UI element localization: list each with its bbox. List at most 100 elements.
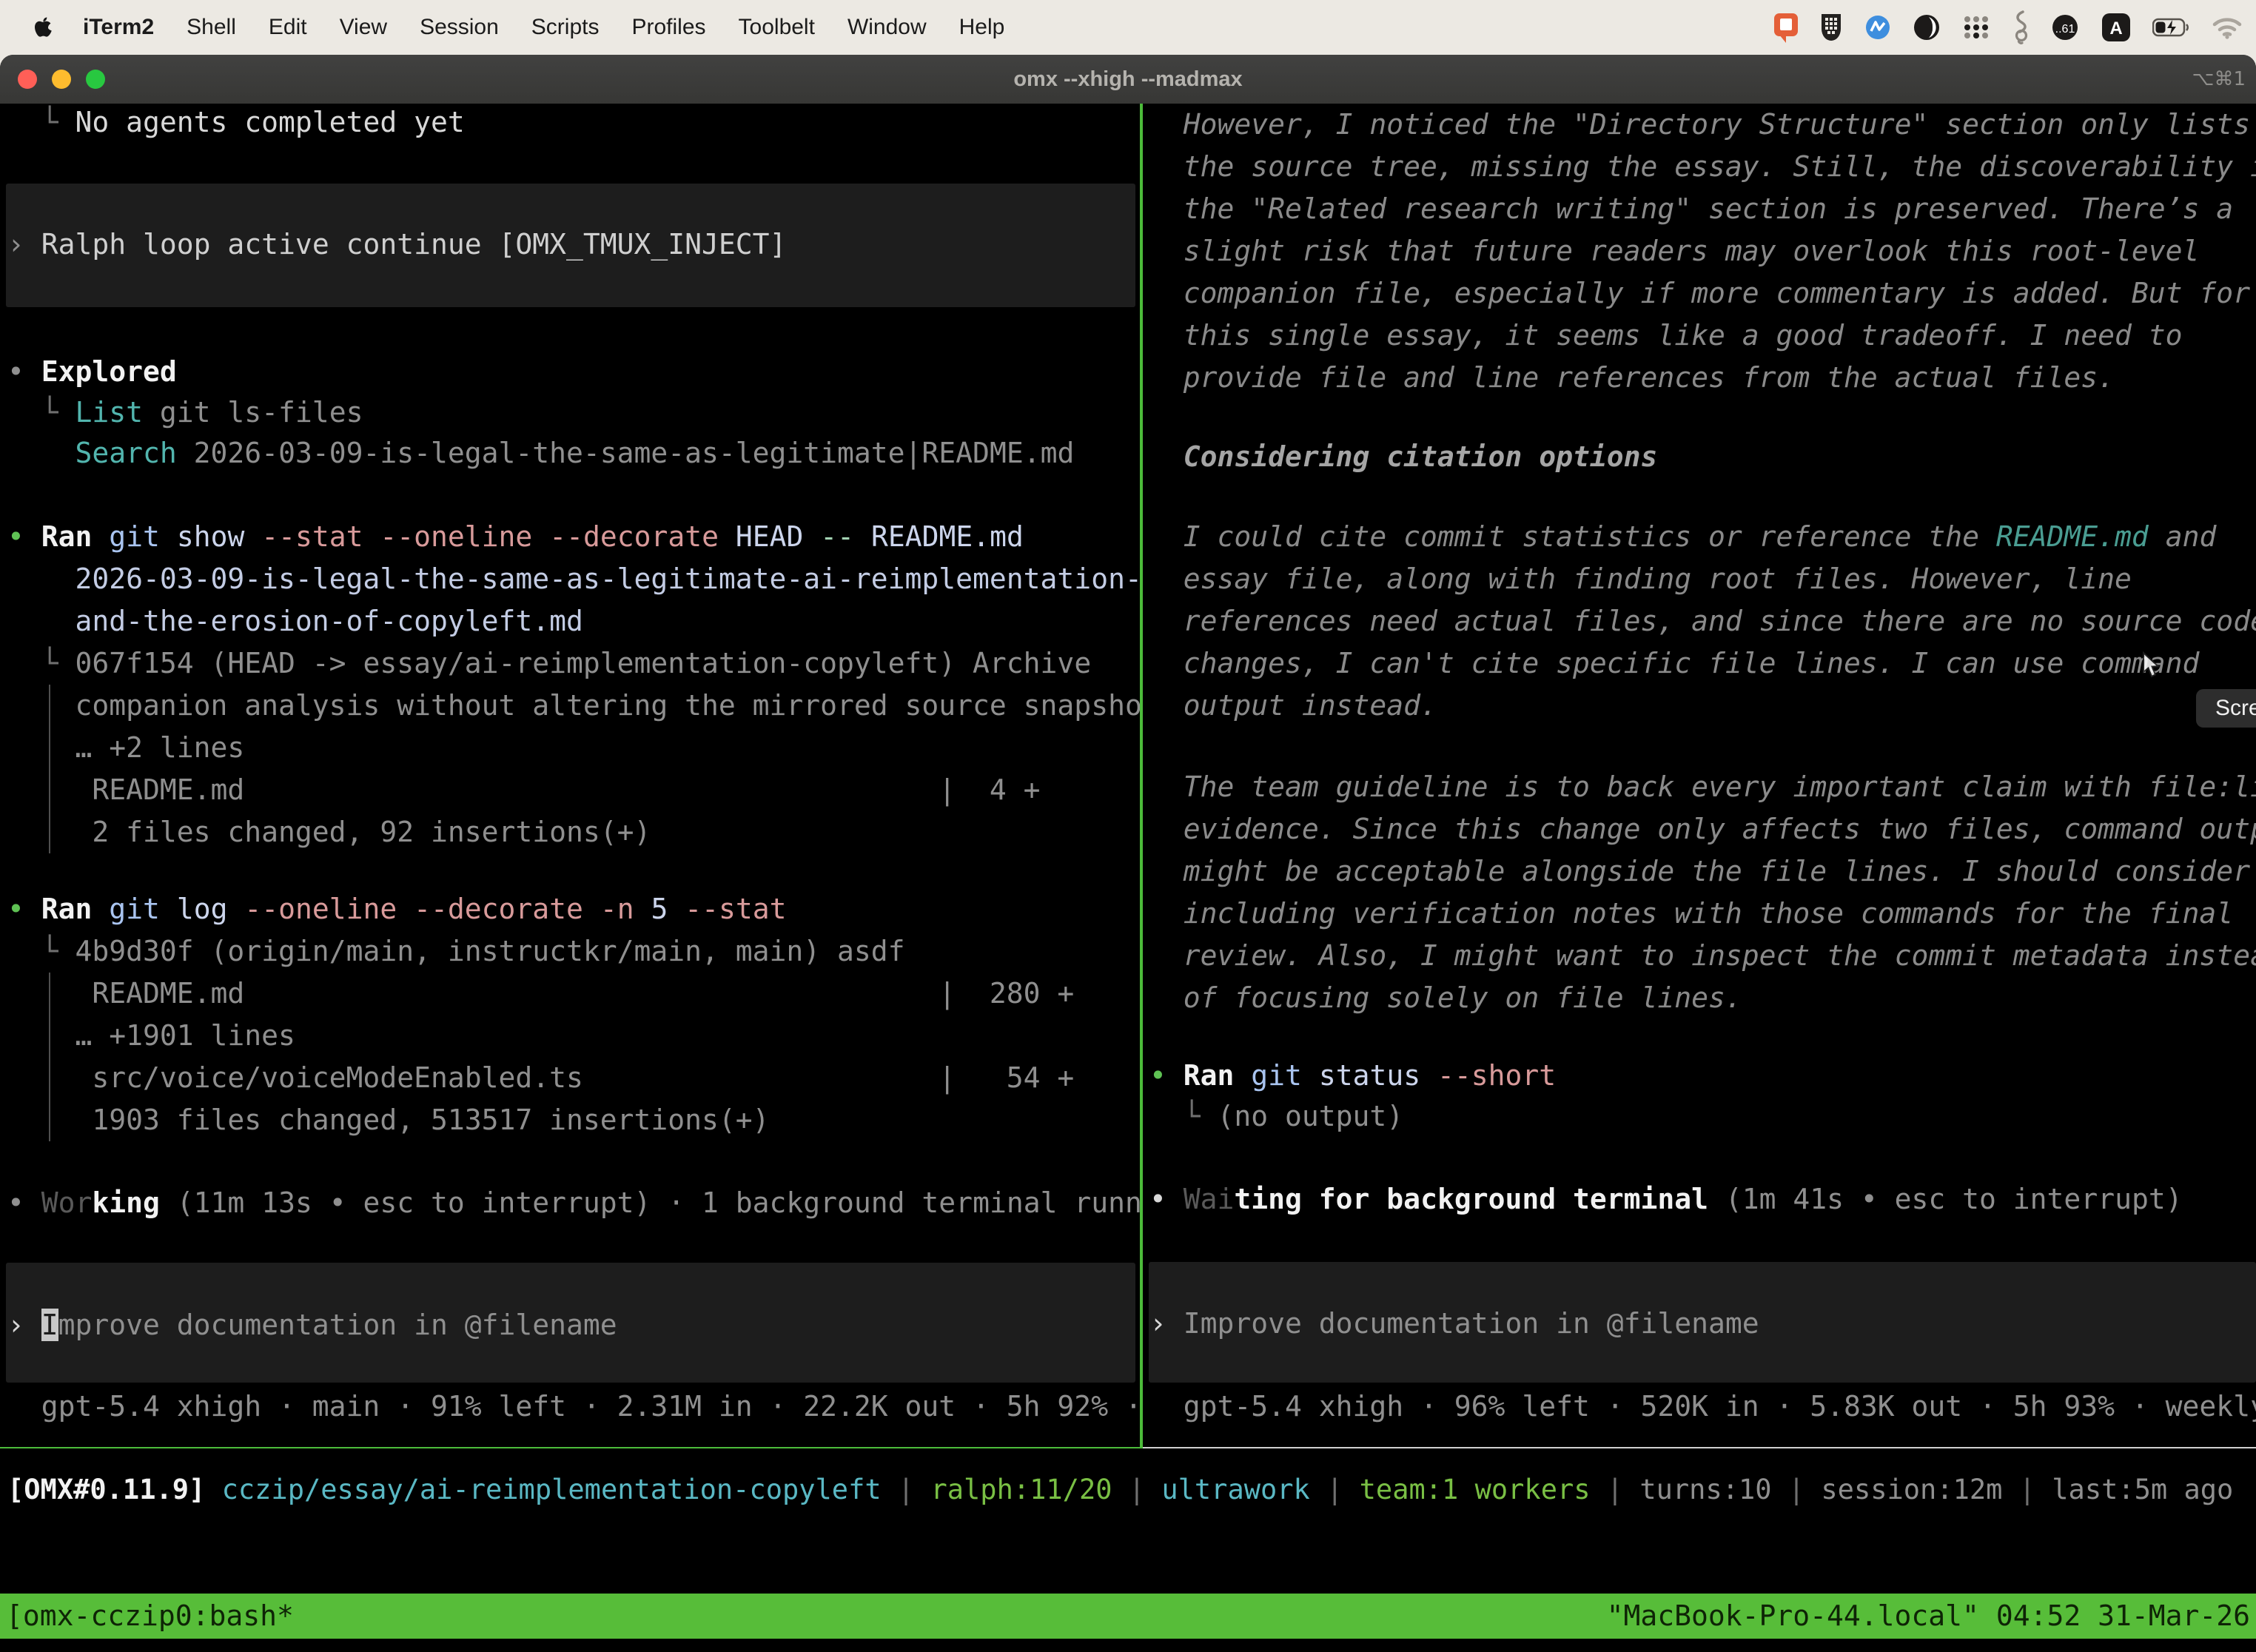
window-title-bar[interactable]: omx --xhigh --madmax ⌥⌘1 (0, 55, 2256, 104)
text-segment: 5 (651, 893, 668, 925)
terminal-line: The team guideline is to back every impo… (1149, 766, 2256, 808)
app-a-icon[interactable]: A (2101, 12, 2132, 43)
text-segment: including verification notes with those … (1149, 897, 2233, 930)
text-segment: README.md | 4 + (7, 773, 1041, 806)
menu-status-icons: ..61 A (1773, 10, 2243, 44)
dots-grid-icon[interactable] (1961, 13, 1991, 42)
menu-item-toolbelt[interactable]: Toolbelt (739, 15, 815, 40)
blue-network-icon[interactable] (1864, 13, 1892, 41)
terminal-pane-left[interactable]: └ No agents completed yet› Ralph loop ac… (0, 104, 1140, 1448)
text-segment: src/voice/voiceModeEnabled.ts | 54 + (7, 1061, 1074, 1094)
squiggle-icon[interactable] (2012, 10, 2030, 44)
text-segment: ting for background terminal (1234, 1183, 1708, 1215)
text-segment: Wor (41, 1186, 93, 1219)
apple-menu-icon[interactable] (34, 16, 53, 39)
text-segment: and-the-erosion-of-copyleft.md (7, 605, 583, 637)
text-segment: Wai (1184, 1183, 1235, 1215)
text-segment (227, 893, 244, 925)
text-segment (803, 520, 820, 553)
text-segment (634, 893, 651, 925)
menu-item-iterm2[interactable]: iTerm2 (83, 15, 154, 40)
text-segment (92, 520, 109, 553)
menu-item-view[interactable]: View (340, 15, 387, 40)
text-segment: 1903 files changed, 513517 insertions(+) (7, 1104, 770, 1136)
text-segment (92, 893, 109, 925)
terminal-line: • Explored (7, 351, 177, 393)
text-segment: └ (1149, 1100, 1218, 1132)
terminal-line: review. Also, I might want to inspect th… (1149, 935, 2256, 977)
iterm-window: omx --xhigh --madmax ⌥⌘1 └ No agents com… (0, 55, 2256, 1652)
text-segment: • (1149, 1183, 1184, 1215)
text-segment: this single essay, it seems like a good … (1149, 319, 2183, 352)
text-segment: [OMX#0.11.9] (7, 1474, 205, 1505)
terminal-line: companion analysis without altering the … (7, 685, 1140, 727)
text-segment: | (1310, 1474, 1360, 1505)
text-segment: › (7, 228, 41, 261)
text-segment (854, 520, 871, 553)
battery-charging-icon[interactable] (2152, 17, 2191, 38)
terminal-pane-right[interactable]: However, I noticed the "Directory Struct… (1143, 104, 2256, 1448)
badge-61-icon[interactable]: ..61 (2050, 13, 2080, 42)
text-segment: Improve documentation in @filename (1184, 1307, 1759, 1340)
terminal-line: provide file and line references from th… (1149, 357, 2115, 399)
wifi-icon[interactable] (2212, 16, 2243, 39)
terminal-line: • Ran git show --stat --oneline --decora… (7, 516, 1024, 558)
text-segment: | (882, 1474, 931, 1505)
terminal-line: including verification notes with those … (1149, 893, 2233, 935)
chat-app-icon[interactable] (1773, 12, 1799, 43)
text-segment: └ (7, 396, 75, 429)
text-segment: mprove documentation in @filename (58, 1309, 617, 1341)
terminal-line: 2026-03-09-is-legal-the-same-as-legitima… (7, 558, 1140, 600)
omx-status-area: [OMX#0.11.9] cczip/essay/ai-reimplementa… (0, 1448, 2256, 1594)
text-segment: --oneline (380, 520, 532, 553)
menu-item-window[interactable]: Window (847, 15, 927, 40)
terminal-line: might be acceptable alongside the file l… (1149, 850, 2250, 893)
tmux-session-label: [omx-cczip0:bash* (0, 1594, 294, 1639)
text-segment: 2 files changed, 92 insertions(+) (7, 816, 651, 848)
menu-item-scripts[interactable]: Scripts (531, 15, 600, 40)
text-segment: └ (7, 647, 75, 679)
menu-item-shell[interactable]: Shell (187, 15, 236, 40)
terminal-line: output instead. (1149, 685, 1437, 727)
terminal-line: └ List git ls-files (7, 392, 363, 434)
text-segment: Explored (41, 355, 177, 388)
terminal-line: › Ralph loop active continue [OMX_TMUX_I… (7, 224, 786, 266)
text-segment (1302, 1059, 1319, 1092)
text-segment: of focusing solely on file lines. (1149, 981, 1742, 1014)
text-segment: Search (75, 437, 177, 469)
svg-text:A: A (2109, 19, 2122, 38)
text-segment: provide file and line references from th… (1149, 361, 2115, 394)
text-segment: references need actual files, and since … (1149, 605, 2256, 637)
terminal-line: [OMX#0.11.9] cczip/essay/ai-reimplementa… (7, 1468, 2233, 1511)
text-segment: • (7, 520, 41, 553)
window-title: omx --xhigh --madmax (0, 55, 2256, 104)
text-segment: › (7, 1309, 41, 1341)
text-segment: ralph:11/20 (930, 1474, 1112, 1505)
menu-item-help[interactable]: Help (959, 15, 1005, 40)
text-segment: README.md | 280 + (7, 977, 1074, 1010)
menu-item-edit[interactable]: Edit (269, 15, 307, 40)
text-segment: last:5m ago (2052, 1474, 2233, 1505)
text-segment: • (7, 893, 41, 925)
shield-grid-icon[interactable] (1819, 12, 1843, 43)
text-segment: review. Also, I might want to inspect th… (1149, 939, 2256, 972)
text-segment: └ (7, 106, 75, 138)
text-segment: However, I noticed the "Directory Struct… (1149, 108, 2250, 141)
text-segment: slight risk that future readers may over… (1149, 235, 2199, 267)
text-segment: -- (820, 520, 854, 553)
text-segment (160, 893, 177, 925)
text-segment: Ran (41, 520, 93, 553)
text-segment: changes, I can't cite specific file line… (1149, 647, 2199, 679)
text-segment: I could cite commit statistics or refere… (1149, 520, 1996, 553)
text-segment: --short (1437, 1059, 1556, 1092)
dark-crescent-icon[interactable] (1913, 13, 1941, 41)
text-segment (583, 893, 600, 925)
text-segment: git ls-files (143, 396, 363, 429)
terminal-line: › Improve documentation in @filename (1149, 1303, 1759, 1345)
menu-item-profiles[interactable]: Profiles (631, 15, 705, 40)
menu-item-session[interactable]: Session (420, 15, 499, 40)
terminal-line: of focusing solely on file lines. (1149, 977, 1742, 1019)
text-segment (1420, 1059, 1437, 1092)
terminal-line: • Waiting for background terminal (1m 41… (1149, 1178, 2183, 1220)
text-segment: git (109, 893, 160, 925)
